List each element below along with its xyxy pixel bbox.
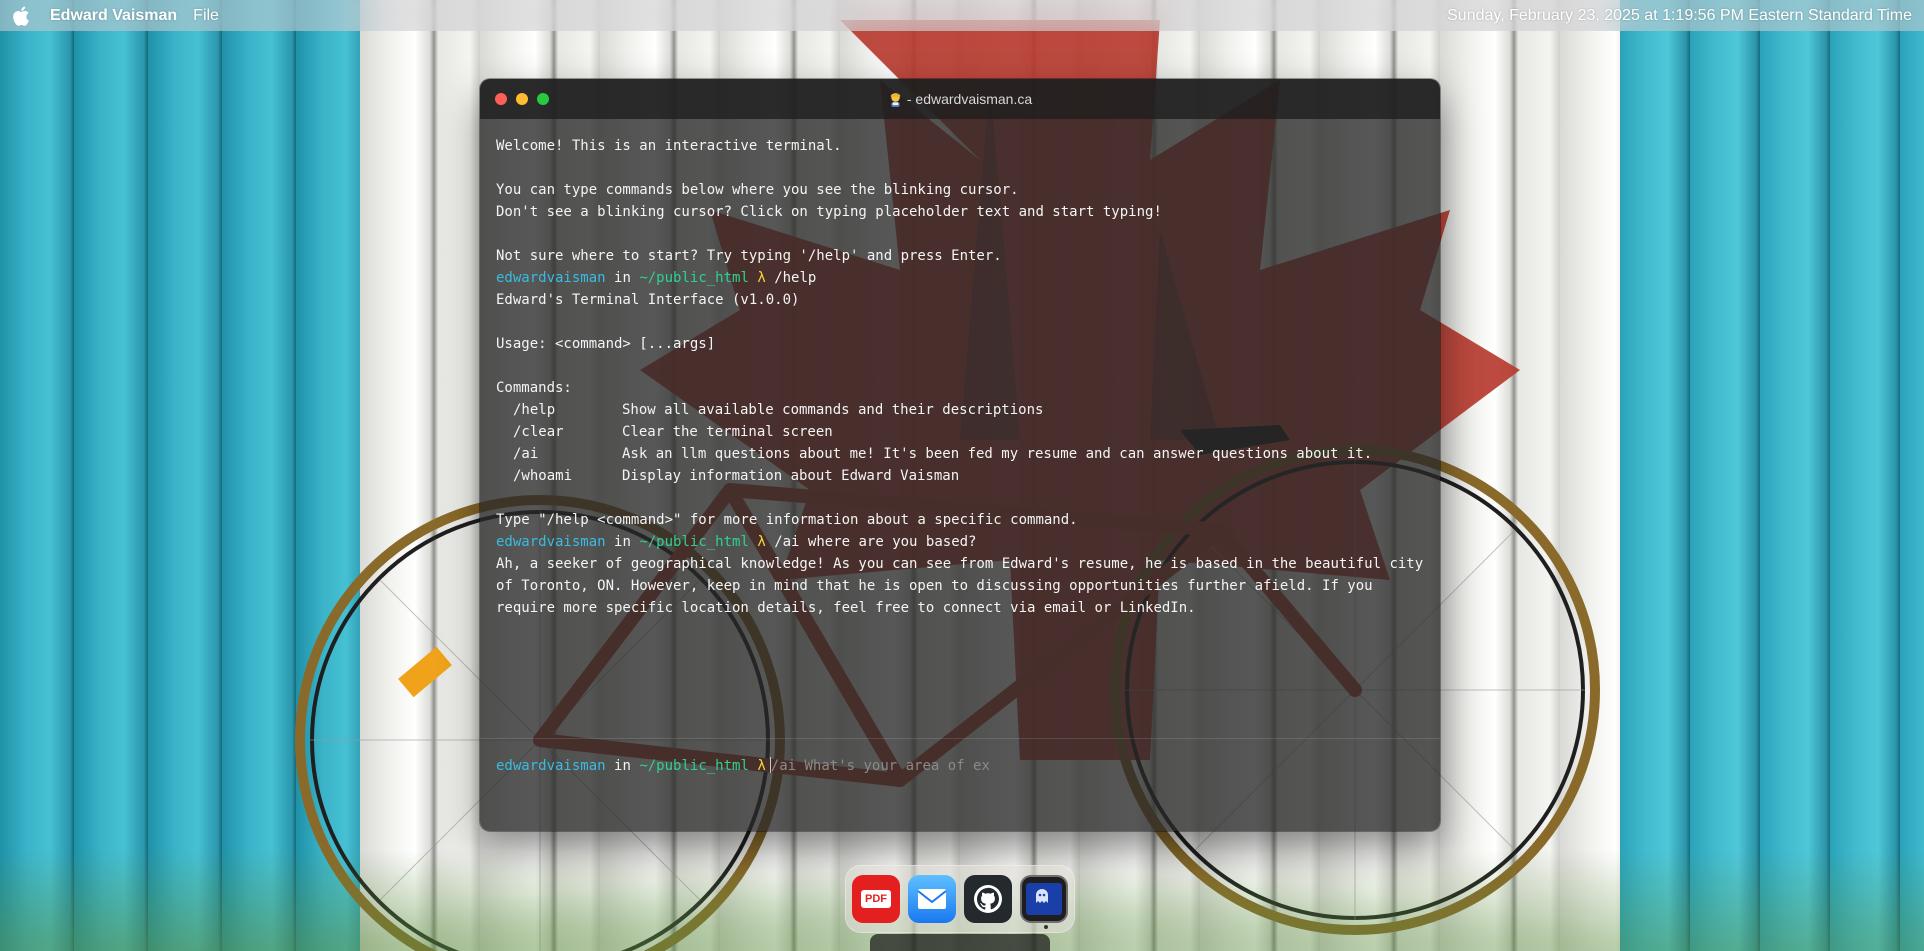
command-input-placeholder[interactable]: /ai What's your area of ex — [771, 758, 990, 774]
terminal-app-icon[interactable] — [1020, 875, 1068, 929]
prompt-in: in — [614, 270, 631, 286]
welcome-line: Not sure where to start? Try typing '/he… — [496, 248, 1002, 264]
command-desc: Display information about Edward Vaisman — [622, 468, 960, 484]
close-window-button[interactable] — [495, 93, 507, 105]
commands-label: Commands: — [496, 380, 572, 396]
command-desc: Show all available commands and their de… — [622, 402, 1044, 418]
prompt-path: ~/public_html — [639, 758, 749, 774]
history-prompt-line: edwardvaisman in ~/public_html λ /ai whe… — [496, 531, 1425, 553]
running-indicator — [1044, 925, 1048, 929]
ai-answer-line: Ah, a seeker of geographical knowledge! … — [496, 556, 1424, 572]
welcome-line: Welcome! This is an interactive terminal… — [496, 138, 842, 154]
command-row: /help Show all available commands and th… — [496, 399, 1425, 421]
octocat-icon — [974, 885, 1002, 913]
apple-logo-icon[interactable] — [12, 5, 32, 27]
prompt-lambda: λ — [757, 534, 766, 550]
welcome-line: Don't see a blinking cursor? Click on ty… — [496, 204, 1162, 220]
help-header: Edward's Terminal Interface (v1.0.0) — [496, 292, 800, 308]
zoom-window-button[interactable] — [537, 93, 549, 105]
github-icon[interactable] — [964, 875, 1012, 923]
terminal-title: - edwardvaisman.ca — [906, 91, 1033, 107]
menu-bar: Edward Vaisman File Sunday, February 23,… — [0, 0, 1924, 31]
command-name: /help — [513, 402, 556, 418]
ghost-icon — [1026, 883, 1062, 915]
menubar-clock[interactable]: Sunday, February 23, 2025 at 1:19:56 PM … — [1447, 7, 1912, 25]
app-name-menu[interactable]: Edward Vaisman — [50, 7, 177, 25]
prompt-in: in — [614, 758, 631, 774]
command-desc: Ask an llm questions about me! It's been… — [622, 446, 1373, 462]
file-menu[interactable]: File — [193, 7, 219, 25]
command-name: /whoami — [513, 468, 573, 484]
prompt-lambda: λ — [757, 758, 766, 774]
help-usage: Usage: <command> [...args] — [496, 336, 716, 352]
prompt-user: edwardvaisman — [496, 758, 606, 774]
command-row: /whoami Display information about Edward… — [496, 465, 1425, 487]
ai-answer-line: require more specific location details, … — [496, 600, 1196, 616]
prompt-user: edwardvaisman — [496, 534, 606, 550]
command-name: /clear — [513, 424, 564, 440]
terminal-output: Welcome! This is an interactive terminal… — [480, 119, 1440, 737]
minimize-window-button[interactable] — [516, 93, 528, 105]
history-command: /help — [765, 270, 817, 286]
dock: PDF — [845, 865, 1075, 933]
welcome-line: You can type commands below where you se… — [496, 182, 1019, 198]
command-name: /ai — [513, 446, 539, 462]
ai-answer-line: of Toronto, ON. However, keep in mind th… — [496, 578, 1373, 594]
prompt-lambda: λ — [757, 270, 766, 286]
envelope-icon — [917, 889, 947, 909]
pdf-icon[interactable]: PDF — [852, 875, 900, 923]
history-command: /ai where are you based? — [765, 534, 977, 550]
fence-right-decoration — [1620, 0, 1924, 951]
prompt-path: ~/public_html — [639, 534, 749, 550]
prompt-path: ~/public_html — [639, 270, 749, 286]
command-desc: Clear the terminal screen — [622, 424, 833, 440]
history-prompt-line: edwardvaisman in ~/public_html λ /help — [496, 267, 1425, 289]
window-controls — [495, 93, 549, 105]
prompt-user: edwardvaisman — [496, 270, 606, 286]
dock-reflection — [870, 934, 1050, 951]
terminal-titlebar[interactable]: - edwardvaisman.ca — [480, 79, 1440, 119]
help-footer: Type "/help <command>" for more informat… — [496, 512, 1078, 528]
command-input-area[interactable]: edwardvaisman in ~/public_html λ/ai What… — [480, 738, 1440, 831]
terminal-window: - edwardvaisman.ca Welcome! This is an i… — [480, 79, 1440, 831]
command-row: /ai Ask an llm questions about me! It's … — [496, 443, 1425, 465]
person-emoji-icon — [890, 92, 901, 107]
mail-icon[interactable] — [908, 875, 956, 923]
prompt-in: in — [614, 534, 631, 550]
command-row: /clear Clear the terminal screen — [496, 421, 1425, 443]
pdf-label: PDF — [861, 890, 891, 908]
